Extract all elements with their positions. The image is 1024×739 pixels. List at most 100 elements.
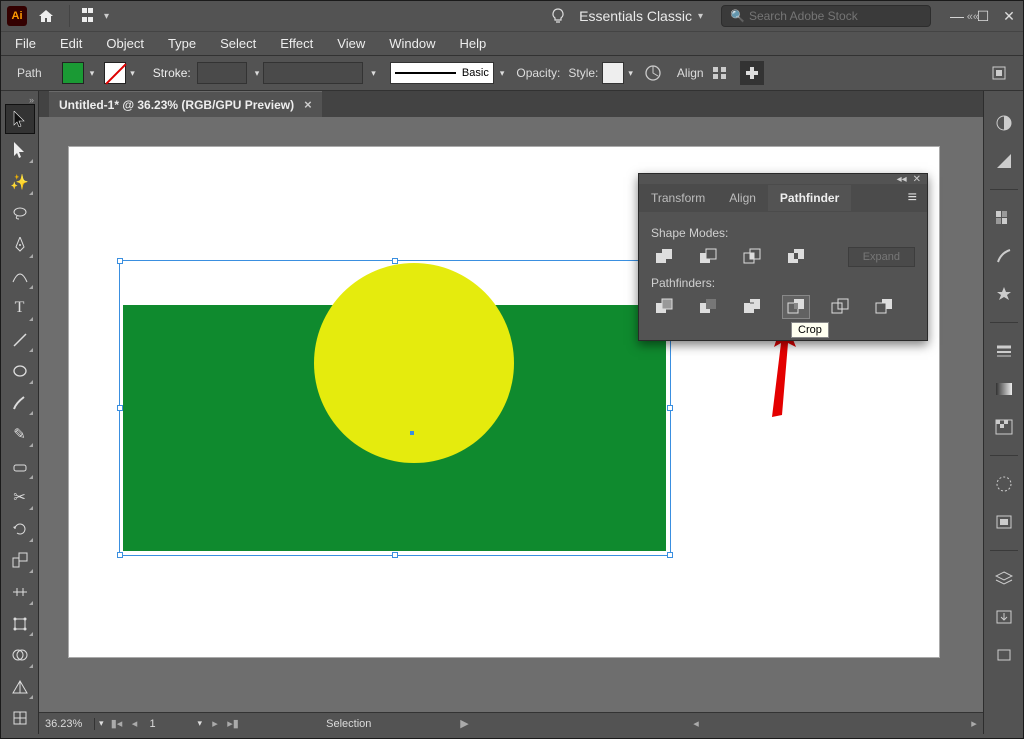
pen-tool[interactable] [6, 231, 34, 259]
menu-help[interactable]: Help [447, 33, 498, 54]
layers-icon[interactable] [992, 567, 1016, 591]
isolate-icon[interactable] [987, 61, 1011, 85]
asset-export-icon[interactable] [992, 605, 1016, 629]
mesh-tool[interactable] [6, 704, 34, 732]
style-dropdown[interactable]: ▾ [624, 68, 637, 79]
lasso-tool[interactable] [6, 200, 34, 228]
home-icon[interactable] [35, 5, 57, 27]
transparency-icon[interactable] [992, 415, 1016, 439]
symbols-icon[interactable] [992, 282, 1016, 306]
menu-object[interactable]: Object [94, 33, 156, 54]
artboard-dropdown[interactable]: ▾ [194, 718, 207, 729]
tools-panel: » ✨ T ✎ ✂ [1, 91, 39, 734]
ellipse-tool[interactable] [6, 357, 34, 385]
brushes-icon[interactable] [992, 244, 1016, 268]
last-artboard[interactable]: ▸▮ [224, 717, 242, 730]
menu-window[interactable]: Window [377, 33, 447, 54]
graphic-styles-icon[interactable] [992, 510, 1016, 534]
menu-select[interactable]: Select [208, 33, 268, 54]
shape-mode-intersect[interactable] [739, 246, 765, 268]
search-stock-field[interactable]: 🔍 [721, 5, 931, 27]
pathfinder-crop[interactable]: Crop [783, 296, 809, 318]
tab-pathfinder[interactable]: Pathfinder [768, 185, 851, 211]
panel-collapse-handle-right[interactable]: «« [967, 11, 979, 23]
arrange-documents-button[interactable]: ▾ [76, 4, 115, 28]
pathfinder-divide[interactable] [651, 296, 677, 318]
line-tool[interactable] [6, 326, 34, 354]
stroke-weight-dropdown[interactable]: ▾ [251, 68, 264, 79]
direct-selection-tool[interactable] [6, 137, 34, 165]
menu-edit[interactable]: Edit [48, 33, 94, 54]
stroke-panel-icon[interactable] [992, 339, 1016, 363]
appearance-icon[interactable] [992, 472, 1016, 496]
search-stock-input[interactable] [749, 9, 922, 23]
hint-bulb-icon[interactable] [545, 3, 571, 29]
transform-icon[interactable] [740, 61, 764, 85]
pathfinder-outline[interactable] [827, 296, 853, 318]
shape-mode-exclude[interactable] [783, 246, 809, 268]
minimize-button[interactable]: — [949, 8, 965, 25]
scale-tool[interactable] [6, 547, 34, 575]
shape-builder-tool[interactable] [6, 641, 34, 669]
stroke-swatch-none[interactable] [104, 62, 126, 84]
scroll-right[interactable]: ▸ [965, 717, 983, 730]
document-tab[interactable]: Untitled-1* @ 36.23% (RGB/GPU Preview) × [49, 91, 322, 117]
menu-file[interactable]: File [3, 33, 48, 54]
workspace-switcher[interactable]: Essentials Classic ▾ [579, 8, 703, 24]
selection-tool[interactable] [6, 105, 34, 133]
panel-collapse-icon[interactable]: ◂◂ [897, 174, 907, 185]
eraser-tool[interactable] [6, 452, 34, 480]
brush-dropdown[interactable]: ▾ [496, 68, 509, 79]
menu-effect[interactable]: Effect [268, 33, 325, 54]
tab-transform[interactable]: Transform [639, 185, 717, 211]
artboard-number[interactable]: 1 [144, 718, 194, 730]
tab-align[interactable]: Align [717, 185, 768, 211]
paintbrush-tool[interactable] [6, 389, 34, 417]
zoom-level[interactable]: 36.23% [39, 718, 95, 730]
type-tool[interactable]: T [6, 294, 34, 322]
menu-view[interactable]: View [325, 33, 377, 54]
color-panel-icon[interactable] [992, 111, 1016, 135]
menu-type[interactable]: Type [156, 33, 208, 54]
pathfinder-minus-back[interactable] [871, 296, 897, 318]
close-button[interactable]: ✕ [1001, 8, 1017, 25]
shape-mode-minus-front[interactable] [695, 246, 721, 268]
artboards-icon[interactable] [992, 643, 1016, 667]
scissor-tool[interactable]: ✂ [6, 484, 34, 512]
curvature-tool[interactable] [6, 263, 34, 291]
stroke-weight-field[interactable] [197, 62, 247, 84]
next-artboard[interactable]: ▸ [206, 717, 224, 730]
zoom-dropdown[interactable]: ▾ [95, 718, 108, 729]
fill-swatch[interactable] [62, 62, 84, 84]
fill-dropdown[interactable]: ▾ [86, 68, 99, 79]
align-icon[interactable] [708, 61, 732, 85]
gradient-panel-icon[interactable] [992, 377, 1016, 401]
color-guide-icon[interactable] [992, 149, 1016, 173]
align-label[interactable]: Align [677, 66, 704, 80]
title-bar: Ai ▾ Essentials Classic ▾ 🔍 — ☐ ✕ [1, 1, 1023, 31]
rotate-tool[interactable] [6, 515, 34, 543]
toolbar-collapse[interactable]: » [1, 95, 38, 103]
first-artboard[interactable]: ▮◂ [108, 717, 126, 730]
magic-wand-tool[interactable]: ✨ [6, 168, 34, 196]
brush-definition[interactable]: Basic [390, 62, 494, 84]
vwp-dropdown[interactable]: ▾ [367, 68, 380, 79]
pencil-tool[interactable]: ✎ [6, 420, 34, 448]
status-play-icon[interactable]: ▶ [456, 717, 474, 730]
perspective-tool[interactable] [6, 673, 34, 701]
close-tab-icon[interactable]: × [304, 97, 312, 112]
stroke-dropdown[interactable]: ▾ [126, 68, 139, 79]
prev-artboard[interactable]: ◂ [126, 717, 144, 730]
graphic-style-swatch[interactable] [602, 62, 624, 84]
shape-mode-unite[interactable] [651, 246, 677, 268]
pathfinder-trim[interactable] [695, 296, 721, 318]
swatches-icon[interactable] [992, 206, 1016, 230]
free-transform-tool[interactable] [6, 610, 34, 638]
panel-close-icon[interactable]: ✕ [913, 174, 921, 185]
width-tool[interactable] [6, 578, 34, 606]
recolor-icon[interactable] [641, 61, 665, 85]
pathfinder-merge[interactable] [739, 296, 765, 318]
panel-menu-icon[interactable]: ≡ [898, 189, 927, 207]
scroll-left[interactable]: ◂ [687, 717, 705, 730]
variable-width-profile[interactable] [263, 62, 363, 84]
